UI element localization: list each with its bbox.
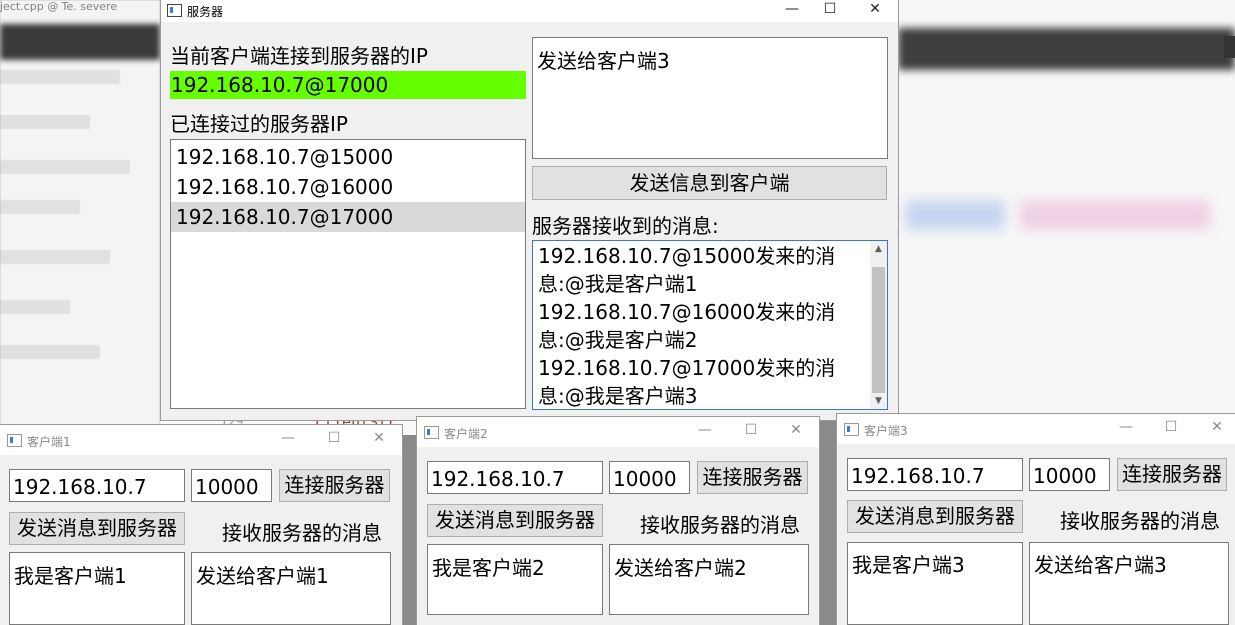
client2-ip-input[interactable]: 192.168.10.7	[427, 461, 603, 494]
current-ip-label: 当前客户端连接到服务器的IP	[170, 44, 428, 68]
history-label: 已连接过的服务器IP	[170, 112, 348, 136]
background-ide-panel	[0, 0, 160, 425]
received-line: 192.168.10.7@15000发来的消	[538, 244, 836, 268]
background-dark-block	[1224, 36, 1235, 58]
history-list[interactable]: 192.168.10.7@15000 192.168.10.7@16000 19…	[170, 139, 526, 409]
received-scrollbar[interactable]: ▲ ▼	[870, 241, 887, 409]
client2-ip-text: 192.168.10.7	[431, 467, 565, 491]
background-right-toolbar	[898, 28, 1235, 70]
received-line: 息:@我是客户端1	[538, 272, 698, 296]
server-send-text: 发送给客户端3	[537, 49, 670, 73]
current-ip-value: 192.168.10.7@17000	[170, 71, 526, 99]
client1-window-title: 客户端1	[27, 435, 71, 449]
server-titlebar[interactable]: 服务器 — ☐ ✕	[161, 0, 898, 22]
client1-incoming-text: 发送给客户端1	[196, 564, 329, 588]
minimize-icon[interactable]: —	[693, 422, 717, 438]
app-window-icon	[424, 426, 439, 439]
app-window-icon	[7, 434, 22, 447]
client1-port-input[interactable]: 10000	[191, 469, 272, 502]
client1-connect-button[interactable]: 连接服务器	[279, 469, 390, 502]
client3-outgoing-textarea[interactable]: 我是客户端3	[847, 542, 1023, 625]
client1-window: 客户端1 — ☐ ✕ 192.168.10.7 10000 连接服务器 发送消息…	[0, 425, 402, 625]
client3-connect-button[interactable]: 连接服务器	[1117, 458, 1227, 491]
send-to-client-button[interactable]: 发送信息到客户端	[532, 166, 887, 200]
received-line: 息:@我是客户端2	[538, 328, 698, 352]
scrollbar-thumb[interactable]	[872, 267, 885, 393]
client3-port-text: 10000	[1033, 464, 1097, 488]
client1-outgoing-textarea[interactable]: 我是客户端1	[9, 552, 185, 625]
close-icon[interactable]: ✕	[852, 1, 898, 17]
server-window-title: 服务器	[187, 5, 224, 19]
maximize-icon[interactable]: ☐	[322, 430, 346, 446]
client2-send-button[interactable]: 发送消息到服务器	[427, 504, 603, 537]
scroll-down-icon[interactable]: ▼	[870, 393, 887, 409]
client2-port-input[interactable]: 10000	[609, 461, 690, 494]
client2-outgoing-textarea[interactable]: 我是客户端2	[427, 544, 603, 615]
current-ip-text: 192.168.10.7@17000	[171, 73, 389, 97]
maximize-icon[interactable]: ☐	[807, 1, 853, 17]
client2-window-title: 客户端2	[444, 427, 488, 441]
client1-send-button[interactable]: 发送消息到服务器	[9, 512, 185, 545]
client2-titlebar[interactable]: 客户端2 — ☐ ✕	[417, 417, 819, 447]
received-line: 息:@我是客户端3	[538, 384, 698, 408]
client3-titlebar[interactable]: 客户端3 — ☐ ✕	[837, 414, 1235, 444]
minimize-icon[interactable]: —	[276, 430, 300, 446]
client2-outgoing-text: 我是客户端2	[432, 556, 545, 580]
client3-ip-input[interactable]: 192.168.10.7	[847, 458, 1023, 491]
client1-outgoing-text: 我是客户端1	[14, 564, 127, 588]
client3-outgoing-text: 我是客户端3	[852, 553, 965, 577]
server-send-textarea[interactable]: 发送给客户端3	[532, 37, 888, 159]
received-label: 服务器接收到的消息:	[532, 214, 719, 238]
client3-ip-text: 192.168.10.7	[851, 464, 985, 488]
background-blur-pink	[1020, 200, 1210, 230]
client2-incoming-textarea[interactable]: 发送给客户端2	[609, 544, 809, 615]
client1-ip-text: 192.168.10.7	[13, 475, 147, 499]
close-icon[interactable]: ✕	[367, 430, 391, 446]
client1-titlebar[interactable]: 客户端1 — ☐ ✕	[0, 425, 402, 455]
client1-ip-input[interactable]: 192.168.10.7	[9, 469, 185, 502]
client3-window-title: 客户端3	[864, 424, 908, 438]
client2-incoming-text: 发送给客户端2	[614, 556, 747, 580]
client2-connect-button[interactable]: 连接服务器	[697, 461, 808, 494]
server-window: 服务器 — ☐ ✕ 当前客户端连接到服务器的IP 192.168.10.7@17…	[161, 0, 898, 420]
client2-port-text: 10000	[613, 467, 677, 491]
client2-window: 客户端2 — ☐ ✕ 192.168.10.7 10000 连接服务器 发送消息…	[417, 417, 819, 625]
client3-port-input[interactable]: 10000	[1029, 458, 1110, 491]
history-item[interactable]: 192.168.10.7@16000	[171, 172, 525, 202]
minimize-icon[interactable]: —	[1114, 419, 1138, 435]
received-line: 192.168.10.7@16000发来的消	[538, 300, 836, 324]
client3-send-button[interactable]: 发送消息到服务器	[847, 500, 1023, 533]
maximize-icon[interactable]: ☐	[1159, 419, 1183, 435]
scroll-up-icon[interactable]: ▲	[870, 241, 887, 257]
received-messages-box[interactable]: 192.168.10.7@15000发来的消 息:@我是客户端1 192.168…	[532, 240, 888, 410]
background-toolbar	[0, 24, 160, 60]
client1-recv-label: 接收服务器的消息	[222, 521, 382, 545]
client3-recv-label: 接收服务器的消息	[1060, 509, 1220, 533]
background-title-fragment: ject.cpp @ Te. severe	[0, 0, 118, 13]
client1-port-text: 10000	[195, 475, 259, 499]
maximize-icon[interactable]: ☐	[739, 422, 763, 438]
client3-incoming-textarea[interactable]: 发送给客户端3	[1029, 542, 1229, 625]
history-item[interactable]: 192.168.10.7@15000	[171, 142, 525, 172]
client3-incoming-text: 发送给客户端3	[1034, 553, 1167, 577]
close-icon[interactable]: ✕	[784, 422, 808, 438]
app-window-icon	[167, 4, 182, 17]
history-item-selected[interactable]: 192.168.10.7@17000	[171, 202, 525, 232]
client1-incoming-textarea[interactable]: 发送给客户端1	[191, 552, 391, 625]
app-window-icon	[844, 423, 859, 436]
close-icon[interactable]: ✕	[1205, 419, 1229, 435]
received-line: 192.168.10.7@17000发来的消	[538, 356, 836, 380]
client3-window: 客户端3 — ☐ ✕ 192.168.10.7 10000 连接服务器 发送消息…	[837, 414, 1235, 625]
client2-recv-label: 接收服务器的消息	[640, 513, 800, 537]
background-blur-blue	[905, 200, 1005, 230]
